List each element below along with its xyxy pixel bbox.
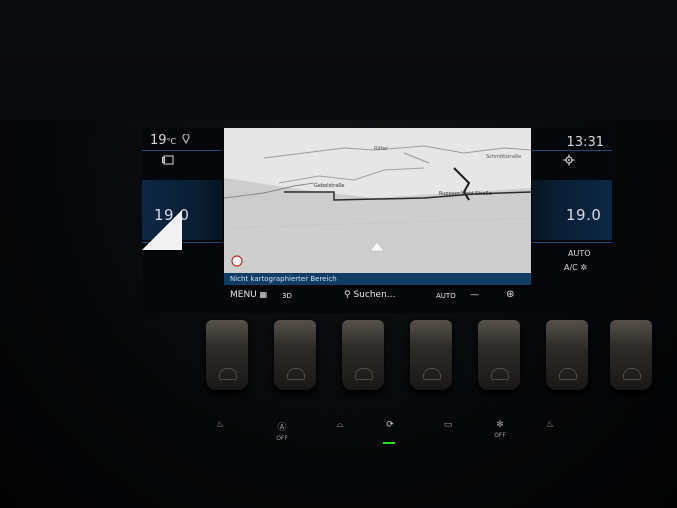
shortcut-key-climate[interactable] xyxy=(206,320,248,390)
shortcut-key-phone[interactable] xyxy=(410,320,452,390)
shortcut-key-apps[interactable] xyxy=(546,320,588,390)
search-icon: ⚲ xyxy=(344,290,351,300)
fan-speed-indicator[interactable]: — xyxy=(470,290,479,300)
ac-label: A/C xyxy=(564,263,578,272)
navigation-map[interactable]: Ritter Gebelstraße Schmittstraße Ruppaer… xyxy=(224,128,531,284)
fan-icon: ✻ xyxy=(496,420,504,430)
hardware-shortcut-keys xyxy=(180,320,670,410)
recirculation-screen-icon[interactable] xyxy=(162,155,174,165)
street-label: Gebelstraße xyxy=(314,183,345,189)
active-indicator-led xyxy=(383,442,395,444)
clock: 13:31 xyxy=(566,135,604,150)
shortcut-key-navigation[interactable] xyxy=(274,320,316,390)
view-3d-button[interactable]: 3D xyxy=(282,292,292,300)
search-label: Suchen... xyxy=(353,290,396,300)
ac-button[interactable]: A/C ✲ xyxy=(564,263,587,272)
windshield-defrost-icon: ⌓ xyxy=(336,420,344,430)
rear-defrost-button[interactable]: ▭ xyxy=(433,420,463,430)
rear-defrost-icon: ▭ xyxy=(443,420,453,430)
off-label: OFF xyxy=(494,432,506,439)
divider xyxy=(532,242,612,243)
menu-button[interactable]: MENU ▦ xyxy=(230,290,267,300)
lower-hardware-buttons: ♨ Ⓐ OFF ⌓ ⟳ ▭ ✻ OFF ♨ xyxy=(195,410,575,450)
compass-icon[interactable] xyxy=(232,256,242,266)
shortcut-key-driving-aids[interactable] xyxy=(478,320,520,390)
seat-heating-left-button[interactable]: ♨ xyxy=(205,420,235,430)
auto-label[interactable]: AUTO xyxy=(568,249,591,258)
off-label: OFF xyxy=(276,435,288,442)
right-climate-panel: 13:31 19.0 AUTO A/C ✲ xyxy=(530,130,612,292)
recirculation-button[interactable]: ⟳ xyxy=(375,420,405,444)
front-defrost-button[interactable]: ⌓ xyxy=(325,420,355,430)
menu-label: MENU xyxy=(230,290,257,300)
street-label: Schmittstraße xyxy=(486,154,522,160)
fan-icon[interactable]: ⊛ xyxy=(506,289,514,300)
search-button[interactable]: ⚲ Suchen... xyxy=(344,290,395,300)
divider xyxy=(532,150,612,151)
outside-temperature: 19°C xyxy=(150,133,190,148)
auto-icon: Ⓐ xyxy=(277,423,287,433)
auto-button[interactable]: AUTO xyxy=(436,292,456,300)
settings-gear-icon[interactable] xyxy=(563,154,575,166)
seat-heater-icon: ♨ xyxy=(215,420,225,430)
shortcut-key-radio[interactable] xyxy=(342,320,384,390)
right-set-temperature[interactable]: 19.0 xyxy=(566,206,601,224)
white-triangle-overlay xyxy=(142,210,182,250)
seat-heater-icon: ♨ xyxy=(545,420,555,430)
street-label: Ritter xyxy=(374,146,388,152)
auto-off-button[interactable]: Ⓐ OFF xyxy=(267,420,297,443)
recirculation-icon: ⟳ xyxy=(386,420,394,430)
shortcut-key-settings[interactable] xyxy=(610,320,652,390)
seat-heating-right-button[interactable]: ♨ xyxy=(535,420,565,430)
fan-icon: ✲ xyxy=(580,263,588,272)
divider xyxy=(142,150,222,151)
map-status-bar: Nicht kartographierter Bereich xyxy=(224,273,531,285)
flag-icon: ▦ xyxy=(259,290,268,299)
bottom-bar: MENU ▦ 3D ⚲ Suchen... AUTO — ⊛ xyxy=(224,287,531,307)
street-label: Ruppaer-Wald-Straße xyxy=(439,191,492,197)
left-climate-panel: 19°C 19.0 xyxy=(142,130,224,292)
climate-off-button[interactable]: ✻ OFF xyxy=(485,420,515,440)
location-pin-icon xyxy=(182,133,190,145)
dashboard-top xyxy=(0,0,677,120)
